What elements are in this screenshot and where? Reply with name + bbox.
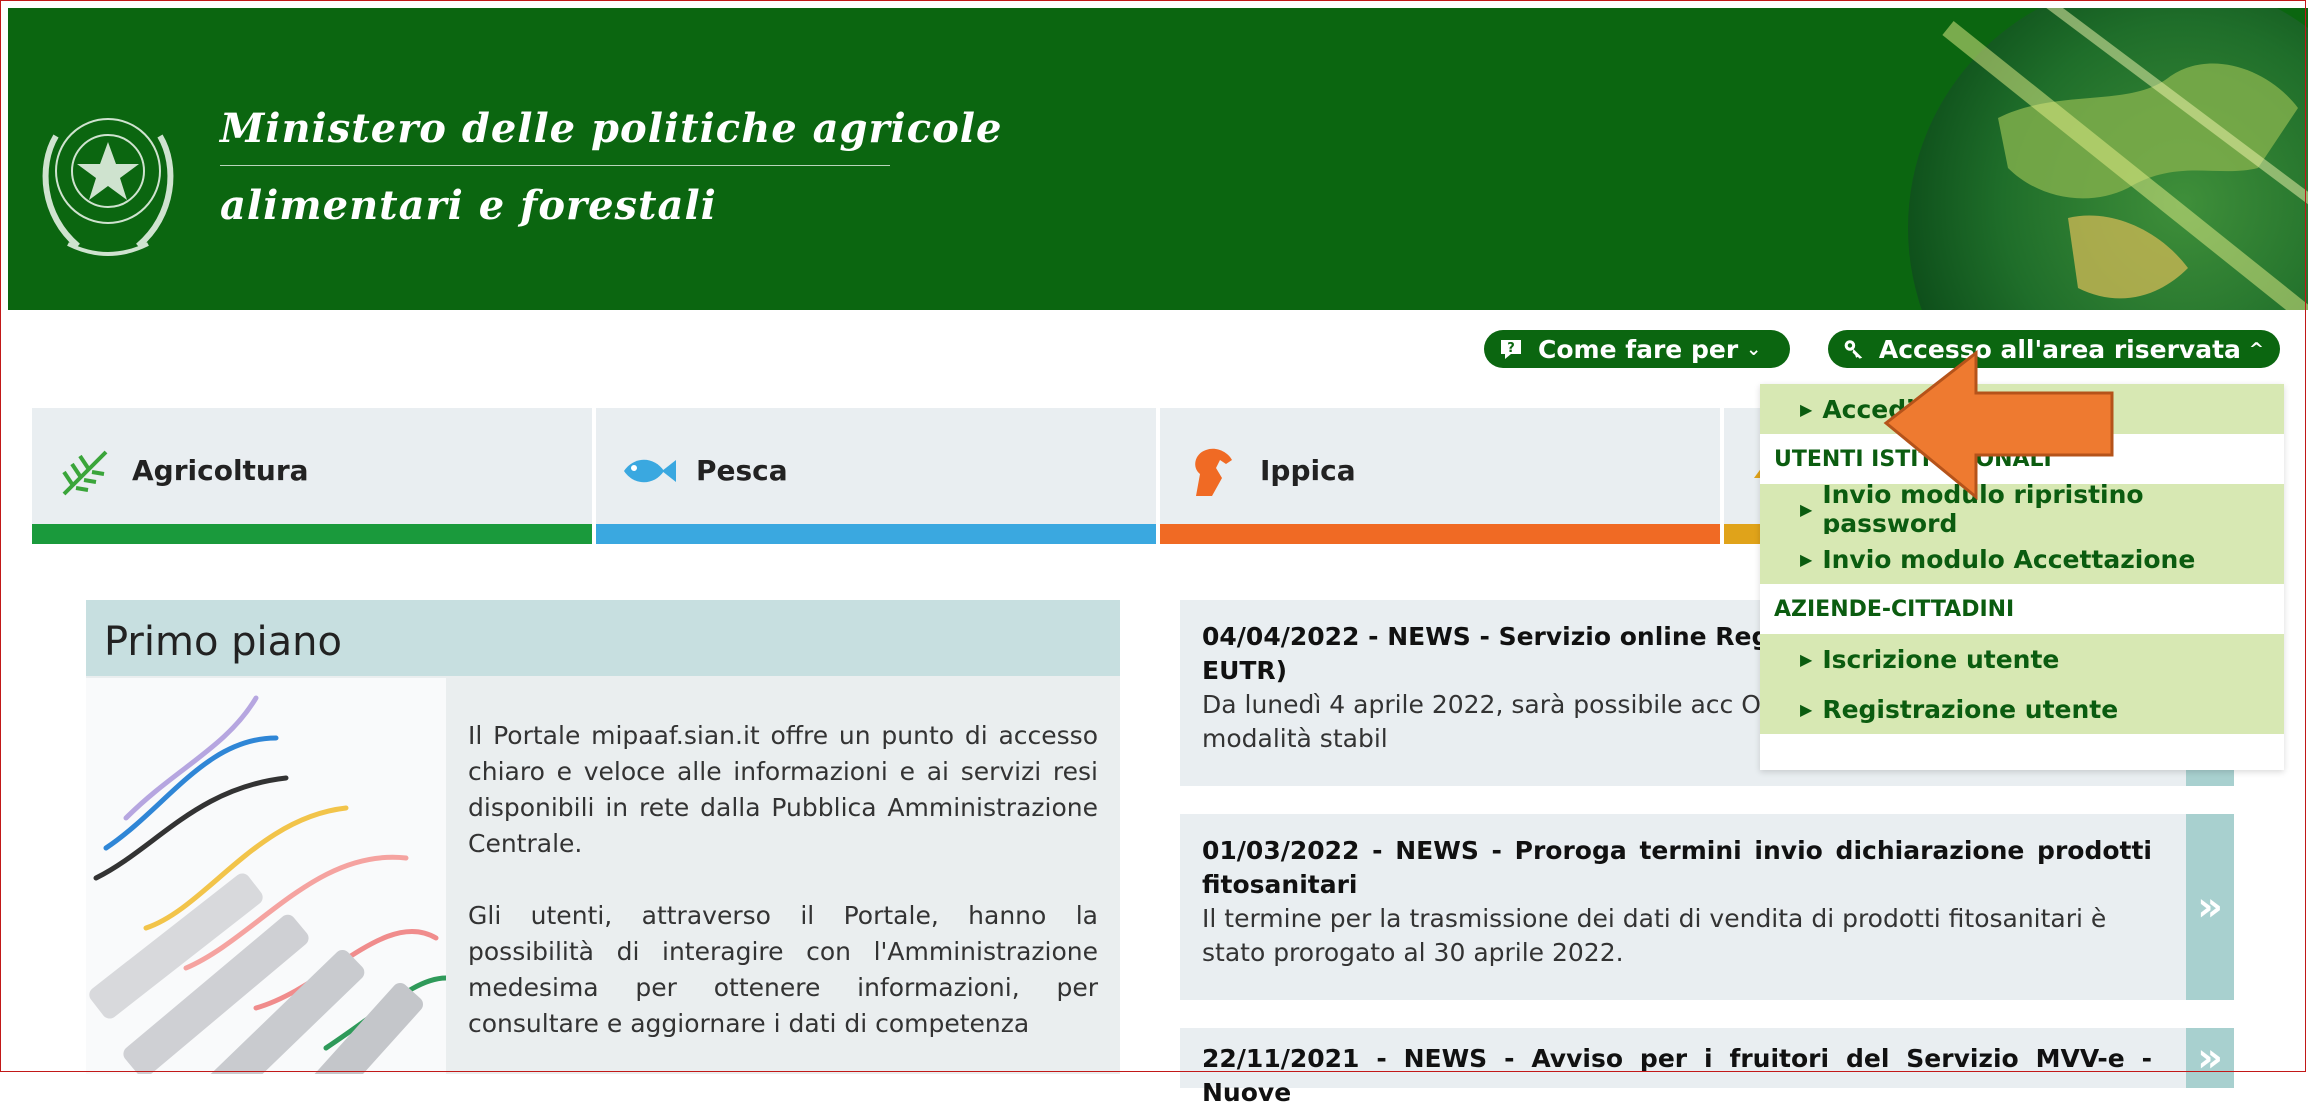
sector-agricoltura[interactable]: Agricoltura [32,408,592,544]
primo-piano-paragraph-1: Il Portale mipaaf.sian.it offre un punto… [468,721,1098,858]
ministry-title-line2: alimentari e forestali [220,182,717,229]
annotation-arrow-icon [1883,349,2114,501]
sector-agricoltura-label: Agricoltura [132,454,309,487]
primo-piano-panel: Primo piano Il Portale mipaaf.sian.it of… [86,600,1120,1074]
wheat-icon [62,450,108,496]
news-text: Il termine per la trasmissione dei dati … [1202,904,2107,967]
news-open-arrow[interactable]: » [2186,1028,2234,1088]
news-title: 22/11/2021 - NEWS - Avviso per i fruitor… [1202,1044,2152,1107]
sector-ippica[interactable]: Ippica [1160,408,1720,544]
come-fare-per-label: Come fare per [1538,334,1739,364]
menu-item-iscrizione-label: Iscrizione utente [1822,644,2060,674]
menu-item-modulo-accettazione[interactable]: ▶ Invio modulo Accettazione [1760,534,2284,584]
chevron-up-icon: ^ [2248,338,2264,360]
triangle-bullet-icon: ▶ [1800,399,1813,419]
republic-emblem-icon [42,118,174,256]
site-header: Ministero delle politiche agricole alime… [8,8,2308,310]
ministry-title-line1: Ministero delle politiche agricole [220,105,1003,152]
triangle-bullet-icon: ▶ [1800,699,1813,719]
menu-item-registrazione-utente[interactable]: ▶ Registrazione utente [1760,684,2284,734]
svg-text:?: ? [1507,341,1515,356]
news-item[interactable]: 01/03/2022 - NEWS - Proroga termini invi… [1180,814,2234,1000]
primo-piano-title: Primo piano [86,600,1120,676]
news-open-arrow[interactable]: » [2186,814,2234,1000]
triangle-bullet-icon: ▶ [1800,549,1813,569]
ministry-title: Ministero delle politiche agricole alime… [220,103,1002,232]
triangle-bullet-icon: ▶ [1800,499,1813,519]
come-fare-per-button[interactable]: ? Come fare per ⌄ [1484,330,1790,368]
news-body: 22/11/2021 - NEWS - Avviso per i fruitor… [1202,1042,2152,1110]
primo-piano-paragraph-2: Gli utenti, attraverso il Portale, hanno… [468,901,1098,1038]
horse-icon [1195,448,1232,496]
fish-icon [624,459,676,483]
markers-image [86,678,446,1074]
news-item[interactable]: 22/11/2021 - NEWS - Avviso per i fruitor… [1180,1028,2234,1107]
help-icon: ? [1501,340,1521,359]
sector-ippica-stripe [1160,524,1720,544]
menu-item-accettazione-label: Invio modulo Accettazione [1822,544,2196,574]
menu-item-iscrizione-utente[interactable]: ▶ Iscrizione utente [1760,634,2284,684]
chevron-down-icon: ⌄ [1746,338,1762,360]
sector-ippica-label: Ippica [1260,454,1356,487]
sector-pesca-label: Pesca [696,454,788,487]
section-aziende-cittadini: AZIENDE-CITTADINI [1760,584,2284,634]
title-divider [220,165,890,166]
news-body: 01/03/2022 - NEWS - Proroga termini invi… [1202,834,2152,970]
sector-agricoltura-stripe [32,524,592,544]
globe-image [1908,8,2308,310]
key-icon [1844,340,1863,359]
sector-pesca-stripe [596,524,1156,544]
primo-piano-text: Il Portale mipaaf.sian.it offre un punto… [468,718,1098,1074]
sector-pesca[interactable]: Pesca [596,408,1156,544]
menu-item-registrazione-label: Registrazione utente [1822,694,2119,724]
triangle-bullet-icon: ▶ [1800,649,1813,669]
news-title: 01/03/2022 - NEWS - Proroga termini invi… [1202,836,2152,899]
